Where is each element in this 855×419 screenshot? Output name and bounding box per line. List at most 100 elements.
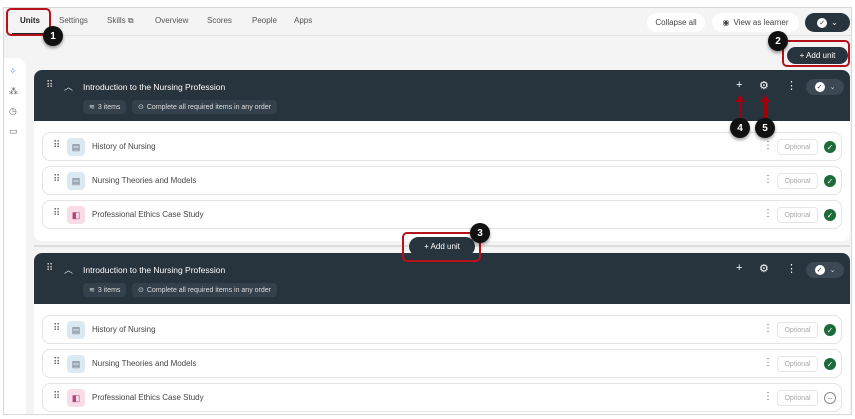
items-count: 3 items — [97, 103, 121, 111]
page-icon: ▤ — [67, 172, 85, 190]
eye-icon: ◉ — [722, 18, 730, 27]
list-item[interactable]: ⠿ ▤ History of Nursing ⋮ Optional ✓ — [42, 315, 842, 344]
view-as-learner-button[interactable]: ◉ View as learner — [712, 13, 799, 32]
tab-scores[interactable]: Scores — [207, 16, 232, 25]
complete-check-icon[interactable]: ✓ — [824, 175, 836, 187]
item-name[interactable]: Nursing Theories and Models — [92, 359, 196, 368]
more-vertical-icon[interactable]: ⋮ — [763, 174, 773, 185]
complete-check-icon[interactable]: ✓ — [824, 209, 836, 221]
optional-toggle[interactable]: Optional — [777, 390, 818, 406]
app-frame: Units Settings Skills ⧉ Overview Scores … — [3, 7, 852, 415]
folder-icon[interactable]: ▭ — [9, 126, 18, 137]
completion-rule-chip: ⊙ Complete all required items in any orde… — [132, 100, 277, 114]
tab-settings[interactable]: Settings — [59, 16, 88, 25]
drag-handle-icon[interactable]: ⠿ — [46, 80, 53, 91]
callout-2: 2 — [768, 31, 788, 51]
check-icon: ✓ — [814, 82, 825, 92]
arrow-4 — [739, 101, 742, 118]
check-icon: ✓ — [814, 265, 825, 275]
item-name[interactable]: Professional Ethics Case Study — [92, 393, 204, 402]
top-nav: Units Settings Skills ⧉ Overview Scores … — [4, 8, 851, 36]
complete-check-icon[interactable]: ✓ — [824, 358, 836, 370]
list-item[interactable]: ⠿ ▤ Nursing Theories and Models ⋮ Option… — [42, 349, 842, 378]
optional-toggle[interactable]: Optional — [777, 356, 818, 372]
arrow-5 — [764, 101, 767, 118]
item-name[interactable]: Nursing Theories and Models — [92, 176, 196, 185]
optional-toggle[interactable]: Optional — [777, 173, 818, 189]
item-name[interactable]: History of Nursing — [92, 142, 156, 151]
item-name[interactable]: Professional Ethics Case Study — [92, 210, 204, 219]
external-link-icon: ⧉ — [127, 16, 134, 25]
optional-toggle[interactable]: Optional — [777, 322, 818, 338]
tab-people[interactable]: People — [252, 16, 277, 25]
drag-handle-icon[interactable]: ⠿ — [46, 263, 53, 274]
view-as-learner-label: View as learner — [733, 18, 789, 27]
callout-3: 3 — [470, 223, 490, 243]
tab-skills[interactable]: Skills ⧉ — [107, 16, 134, 26]
item-name[interactable]: History of Nursing — [92, 325, 156, 334]
unit-publish-dropdown[interactable]: ✓ ⌄ — [806, 262, 844, 278]
list-item[interactable]: ⠿ ▤ Nursing Theories and Models ⋮ Option… — [42, 166, 842, 195]
optional-toggle[interactable]: Optional — [777, 207, 818, 223]
annotation-box-add-unit — [782, 40, 850, 67]
callout-1: 1 — [43, 26, 63, 46]
publish-status-dropdown[interactable]: ✓ ⌄ — [805, 13, 850, 32]
layers-icon: ≋ — [89, 104, 95, 111]
clock-icon[interactable]: ◷ — [9, 106, 17, 117]
unit-publish-dropdown[interactable]: ✓ ⌄ — [806, 79, 844, 95]
completion-rule: Complete all required items in any order — [146, 286, 271, 294]
sparkle-icon[interactable]: ✧ — [9, 66, 17, 77]
unit-card: ⠿ ︿ Introduction to the Nursing Professi… — [34, 70, 850, 241]
shapes-icon[interactable]: ⁂ — [9, 86, 18, 97]
drag-handle-icon[interactable]: ⠿ — [53, 323, 60, 334]
more-vertical-icon[interactable]: ⋮ — [786, 262, 797, 275]
list-item[interactable]: ⠿ ▤ History of Nursing ⋮ Optional ✓ — [42, 132, 842, 161]
layers-icon: ≋ — [89, 287, 95, 294]
incomplete-minus-icon[interactable]: − — [824, 392, 836, 404]
completion-rule-chip: ⊙ Complete all required items in any orde… — [132, 283, 277, 297]
items-count: 3 items — [97, 286, 121, 294]
unit-card: ⠿ ︿ Introduction to the Nursing Professi… — [34, 253, 850, 414]
chevron-down-icon: ⌄ — [829, 267, 836, 274]
gear-icon[interactable]: ⚙ — [759, 79, 769, 92]
collapse-all-button[interactable]: Collapse all — [647, 13, 705, 32]
more-vertical-icon[interactable]: ⋮ — [786, 79, 797, 92]
items-count-chip: ≋ 3 items — [83, 100, 127, 114]
drag-handle-icon[interactable]: ⠿ — [53, 174, 60, 185]
chevron-up-icon[interactable]: ︿ — [64, 263, 73, 276]
check-icon: ✓ — [817, 17, 828, 28]
completion-rule: Complete all required items in any order — [146, 103, 271, 111]
optional-toggle[interactable]: Optional — [777, 139, 818, 155]
add-item-icon[interactable]: + — [736, 79, 742, 91]
drag-handle-icon[interactable]: ⠿ — [53, 140, 60, 151]
gear-icon[interactable]: ⚙ — [759, 262, 769, 275]
page-icon: ▤ — [67, 138, 85, 156]
more-vertical-icon[interactable]: ⋮ — [763, 208, 773, 219]
more-vertical-icon[interactable]: ⋮ — [763, 140, 773, 151]
unit-title: Introduction to the Nursing Profession — [83, 265, 226, 275]
add-item-icon[interactable]: + — [736, 262, 742, 274]
tab-apps[interactable]: Apps — [294, 16, 312, 25]
drag-handle-icon[interactable]: ⠿ — [53, 391, 60, 402]
assignment-icon: ◧ — [67, 206, 85, 224]
more-vertical-icon[interactable]: ⋮ — [763, 357, 773, 368]
callout-4: 4 — [730, 118, 750, 138]
more-vertical-icon[interactable]: ⋮ — [763, 391, 773, 402]
more-vertical-icon[interactable]: ⋮ — [763, 323, 773, 334]
page-icon: ▤ — [67, 355, 85, 373]
tab-skills-label: Skills — [107, 16, 126, 25]
list-item[interactable]: ⠿ ◧ Professional Ethics Case Study ⋮ Opt… — [42, 200, 842, 229]
check-circle-icon: ⊙ — [138, 287, 144, 294]
check-circle-icon: ⊙ — [138, 104, 144, 111]
chevron-down-icon: ⌄ — [829, 84, 836, 91]
complete-check-icon[interactable]: ✓ — [824, 141, 836, 153]
list-item[interactable]: ⠿ ◧ Professional Ethics Case Study ⋮ Opt… — [42, 383, 842, 412]
drag-handle-icon[interactable]: ⠿ — [53, 208, 60, 219]
drag-handle-icon[interactable]: ⠿ — [53, 357, 60, 368]
left-sidebar: ✧ ⁂ ◷ ▭ — [4, 58, 26, 414]
chevron-up-icon[interactable]: ︿ — [64, 80, 73, 93]
unit-header: ⠿ ︿ Introduction to the Nursing Professi… — [34, 70, 850, 121]
callout-5: 5 — [755, 118, 775, 138]
tab-overview[interactable]: Overview — [155, 16, 188, 25]
complete-check-icon[interactable]: ✓ — [824, 324, 836, 336]
